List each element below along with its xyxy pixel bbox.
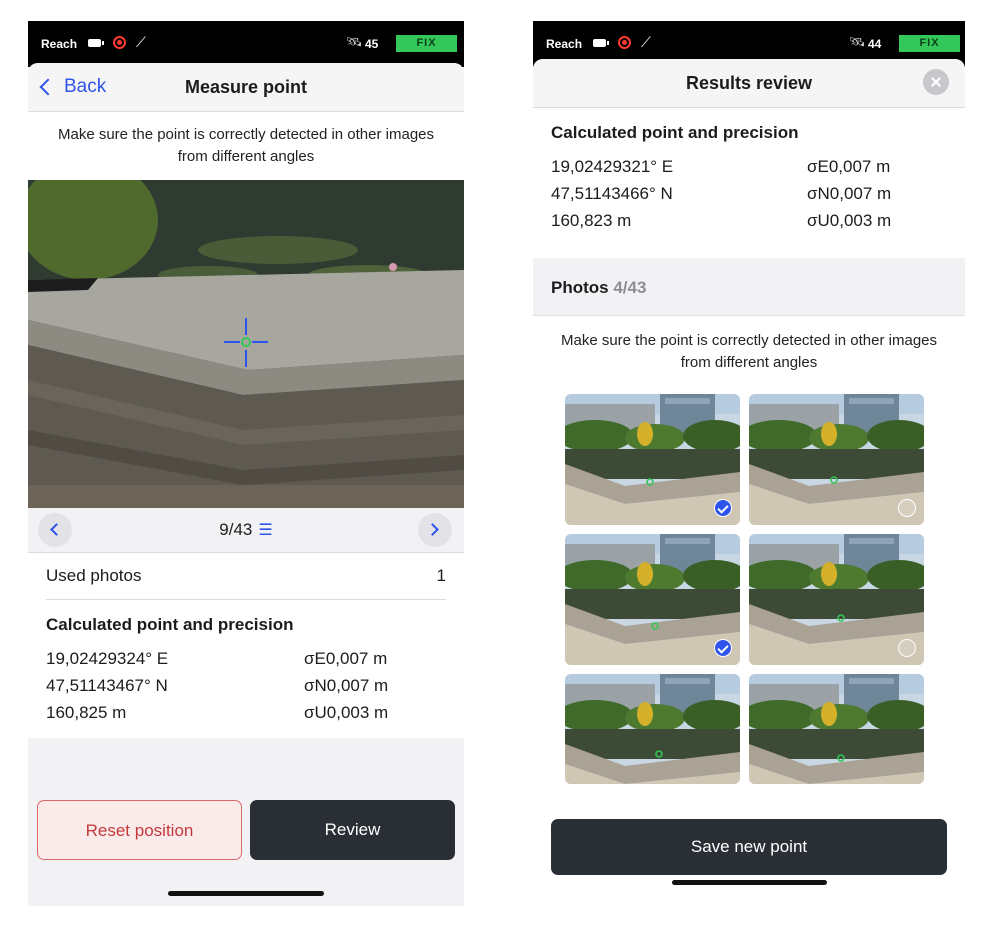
hint-text: Make sure the point is correctly detecte… xyxy=(57,126,435,165)
measure-sheet: Back Measure point Make sure the point i… xyxy=(28,63,464,906)
record-icon xyxy=(618,36,631,49)
pending-icon[interactable] xyxy=(898,499,916,517)
device-name: Reach xyxy=(41,37,78,51)
next-photo-button[interactable] xyxy=(418,513,452,547)
battery-icon xyxy=(88,39,104,47)
results-review-screen: Reach ⟋ 🛰︎ 44 FIX Results review Calcula… xyxy=(533,21,965,896)
satellite-icon: 🛰︎ xyxy=(849,34,866,49)
reset-position-button[interactable]: Reset position xyxy=(37,800,242,860)
close-icon[interactable] xyxy=(923,69,949,95)
record-icon xyxy=(113,36,126,49)
photos-header: Photos 4/43 xyxy=(533,258,965,316)
altitude-value: 160,825 m xyxy=(46,703,127,722)
home-indicator[interactable] xyxy=(168,891,324,896)
latitude-value: 47,51143466° N xyxy=(551,184,673,203)
used-photos-value: 1 xyxy=(436,566,446,585)
review-button[interactable]: Review xyxy=(250,800,455,860)
sigma-u-value: σU0,003 m xyxy=(807,211,892,230)
photo-thumbnail[interactable] xyxy=(565,674,740,784)
battery-icon xyxy=(593,39,609,47)
altitude-value: 160,823 m xyxy=(551,211,632,230)
stone-wall-photo xyxy=(28,180,464,508)
save-new-point-button[interactable]: Save new point xyxy=(551,819,947,875)
nav-bar: Results review xyxy=(533,59,965,108)
home-indicator[interactable] xyxy=(672,880,827,885)
tilt-icon: ⟋ xyxy=(136,34,146,50)
sigma-n-value: σN0,007 m xyxy=(304,676,389,695)
longitude-value: 19,02429321° E xyxy=(551,157,674,176)
device-name: Reach xyxy=(546,37,583,51)
measure-point-screen: Reach ⟋ 🛰︎ 45 FIX Back Measure point Mak… xyxy=(28,21,464,906)
satellite-count: 44 xyxy=(868,37,882,51)
hint-text: Make sure the point is correctly detecte… xyxy=(560,332,938,371)
check-icon[interactable] xyxy=(714,639,732,657)
pond-photo xyxy=(565,674,740,784)
photo-thumbnail[interactable] xyxy=(749,674,924,784)
photo-thumbnail[interactable] xyxy=(565,394,740,525)
photo-thumbnail[interactable] xyxy=(565,534,740,665)
photo-index[interactable]: 9/43 ☰ xyxy=(28,520,464,540)
tilt-icon: ⟋ xyxy=(641,34,651,50)
page-title: Measure point xyxy=(184,77,308,97)
photo-thumbnail[interactable] xyxy=(749,394,924,525)
photo-thumbnail[interactable] xyxy=(749,534,924,665)
latitude-value: 47,51143467° N xyxy=(46,676,168,695)
fix-badge: FIX xyxy=(396,35,457,52)
photo-index-label: 9/43 xyxy=(219,520,253,539)
check-icon[interactable] xyxy=(714,499,732,517)
chevron-right-icon xyxy=(426,523,439,536)
longitude-value: 19,02429324° E xyxy=(46,649,169,668)
list-icon: ☰ xyxy=(258,522,273,539)
result-title: Calculated point and precision xyxy=(551,123,799,142)
result-title: Calculated point and precision xyxy=(46,615,294,634)
sigma-e-value: σE0,007 m xyxy=(807,157,891,176)
used-photos-label: Used photos xyxy=(46,566,142,585)
fix-badge: FIX xyxy=(899,35,960,52)
pond-photo xyxy=(749,674,924,784)
photo-viewer[interactable] xyxy=(28,180,464,508)
sigma-u-value: σU0,003 m xyxy=(304,703,389,722)
satellite-count: 45 xyxy=(365,37,379,51)
review-sheet: Results review Calculated point and prec… xyxy=(533,59,965,896)
pending-icon[interactable] xyxy=(898,639,916,657)
photo-pager: 9/43 ☰ xyxy=(28,508,464,553)
status-bar: Reach ⟋ 🛰︎ 45 FIX xyxy=(28,21,464,67)
photos-count: 4/43 xyxy=(613,278,647,297)
divider xyxy=(46,599,446,600)
photos-label: Photos xyxy=(551,278,609,297)
page-title: Results review xyxy=(685,73,813,93)
satellite-icon: 🛰︎ xyxy=(346,34,363,49)
sigma-e-value: σE0,007 m xyxy=(304,649,388,668)
nav-bar: Back Measure point xyxy=(28,63,464,112)
sigma-n-value: σN0,007 m xyxy=(807,184,892,203)
used-photos-row: Used photos 1 xyxy=(46,566,446,586)
